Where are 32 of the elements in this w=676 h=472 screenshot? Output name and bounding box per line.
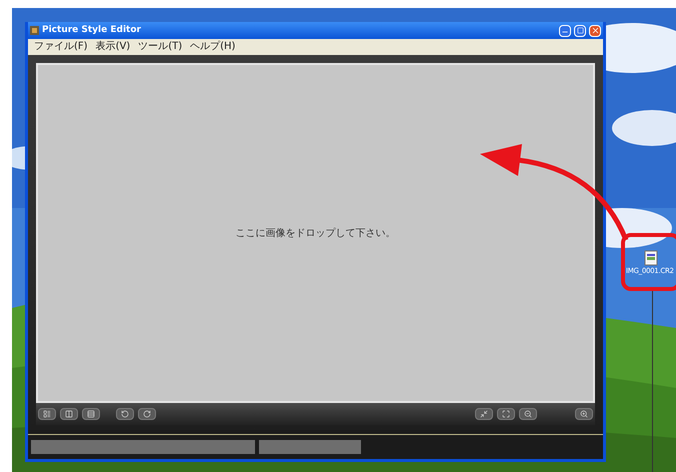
list-icon — [43, 410, 51, 418]
zoom-in-icon — [580, 410, 588, 418]
view-split-button[interactable] — [60, 408, 78, 420]
menu-item[interactable]: 表示(V) — [96, 42, 130, 52]
view-list-button[interactable] — [82, 408, 100, 420]
columns-icon — [65, 410, 73, 418]
rows-icon — [87, 410, 95, 418]
fullscreen-button[interactable] — [497, 408, 515, 420]
drop-message: ここに画像をドロップして下さい。 — [236, 226, 396, 240]
rotate-left-icon — [121, 410, 129, 418]
fullscreen-icon — [502, 410, 510, 418]
maximize-icon — [576, 27, 584, 34]
rotate-right-icon — [143, 410, 151, 418]
close-button[interactable] — [589, 24, 601, 36]
zoom-out-icon — [524, 410, 532, 418]
menu-item[interactable]: ツール(T) — [138, 42, 182, 52]
fit-button[interactable] — [475, 408, 493, 420]
close-icon — [590, 26, 600, 35]
view-single-button[interactable] — [38, 408, 56, 420]
maximize-button[interactable] — [574, 24, 586, 36]
shrink-icon — [480, 410, 488, 418]
drop-area[interactable]: ここに画像をドロップして下さい。 — [36, 63, 595, 403]
minimize-button[interactable] — [559, 24, 571, 36]
rotate-left-button[interactable] — [116, 408, 134, 420]
menu-item[interactable]: ファイル(F) — [34, 42, 88, 52]
rotate-right-button[interactable] — [138, 408, 156, 420]
file-icon[interactable] — [644, 250, 658, 266]
zoom-out-button[interactable] — [519, 408, 537, 420]
zoom-in-button[interactable] — [575, 408, 593, 420]
menu-item[interactable]: ヘルプ(H) — [190, 42, 236, 52]
app-icon — [30, 26, 39, 35]
window-title: Picture Style Editor — [42, 26, 141, 35]
